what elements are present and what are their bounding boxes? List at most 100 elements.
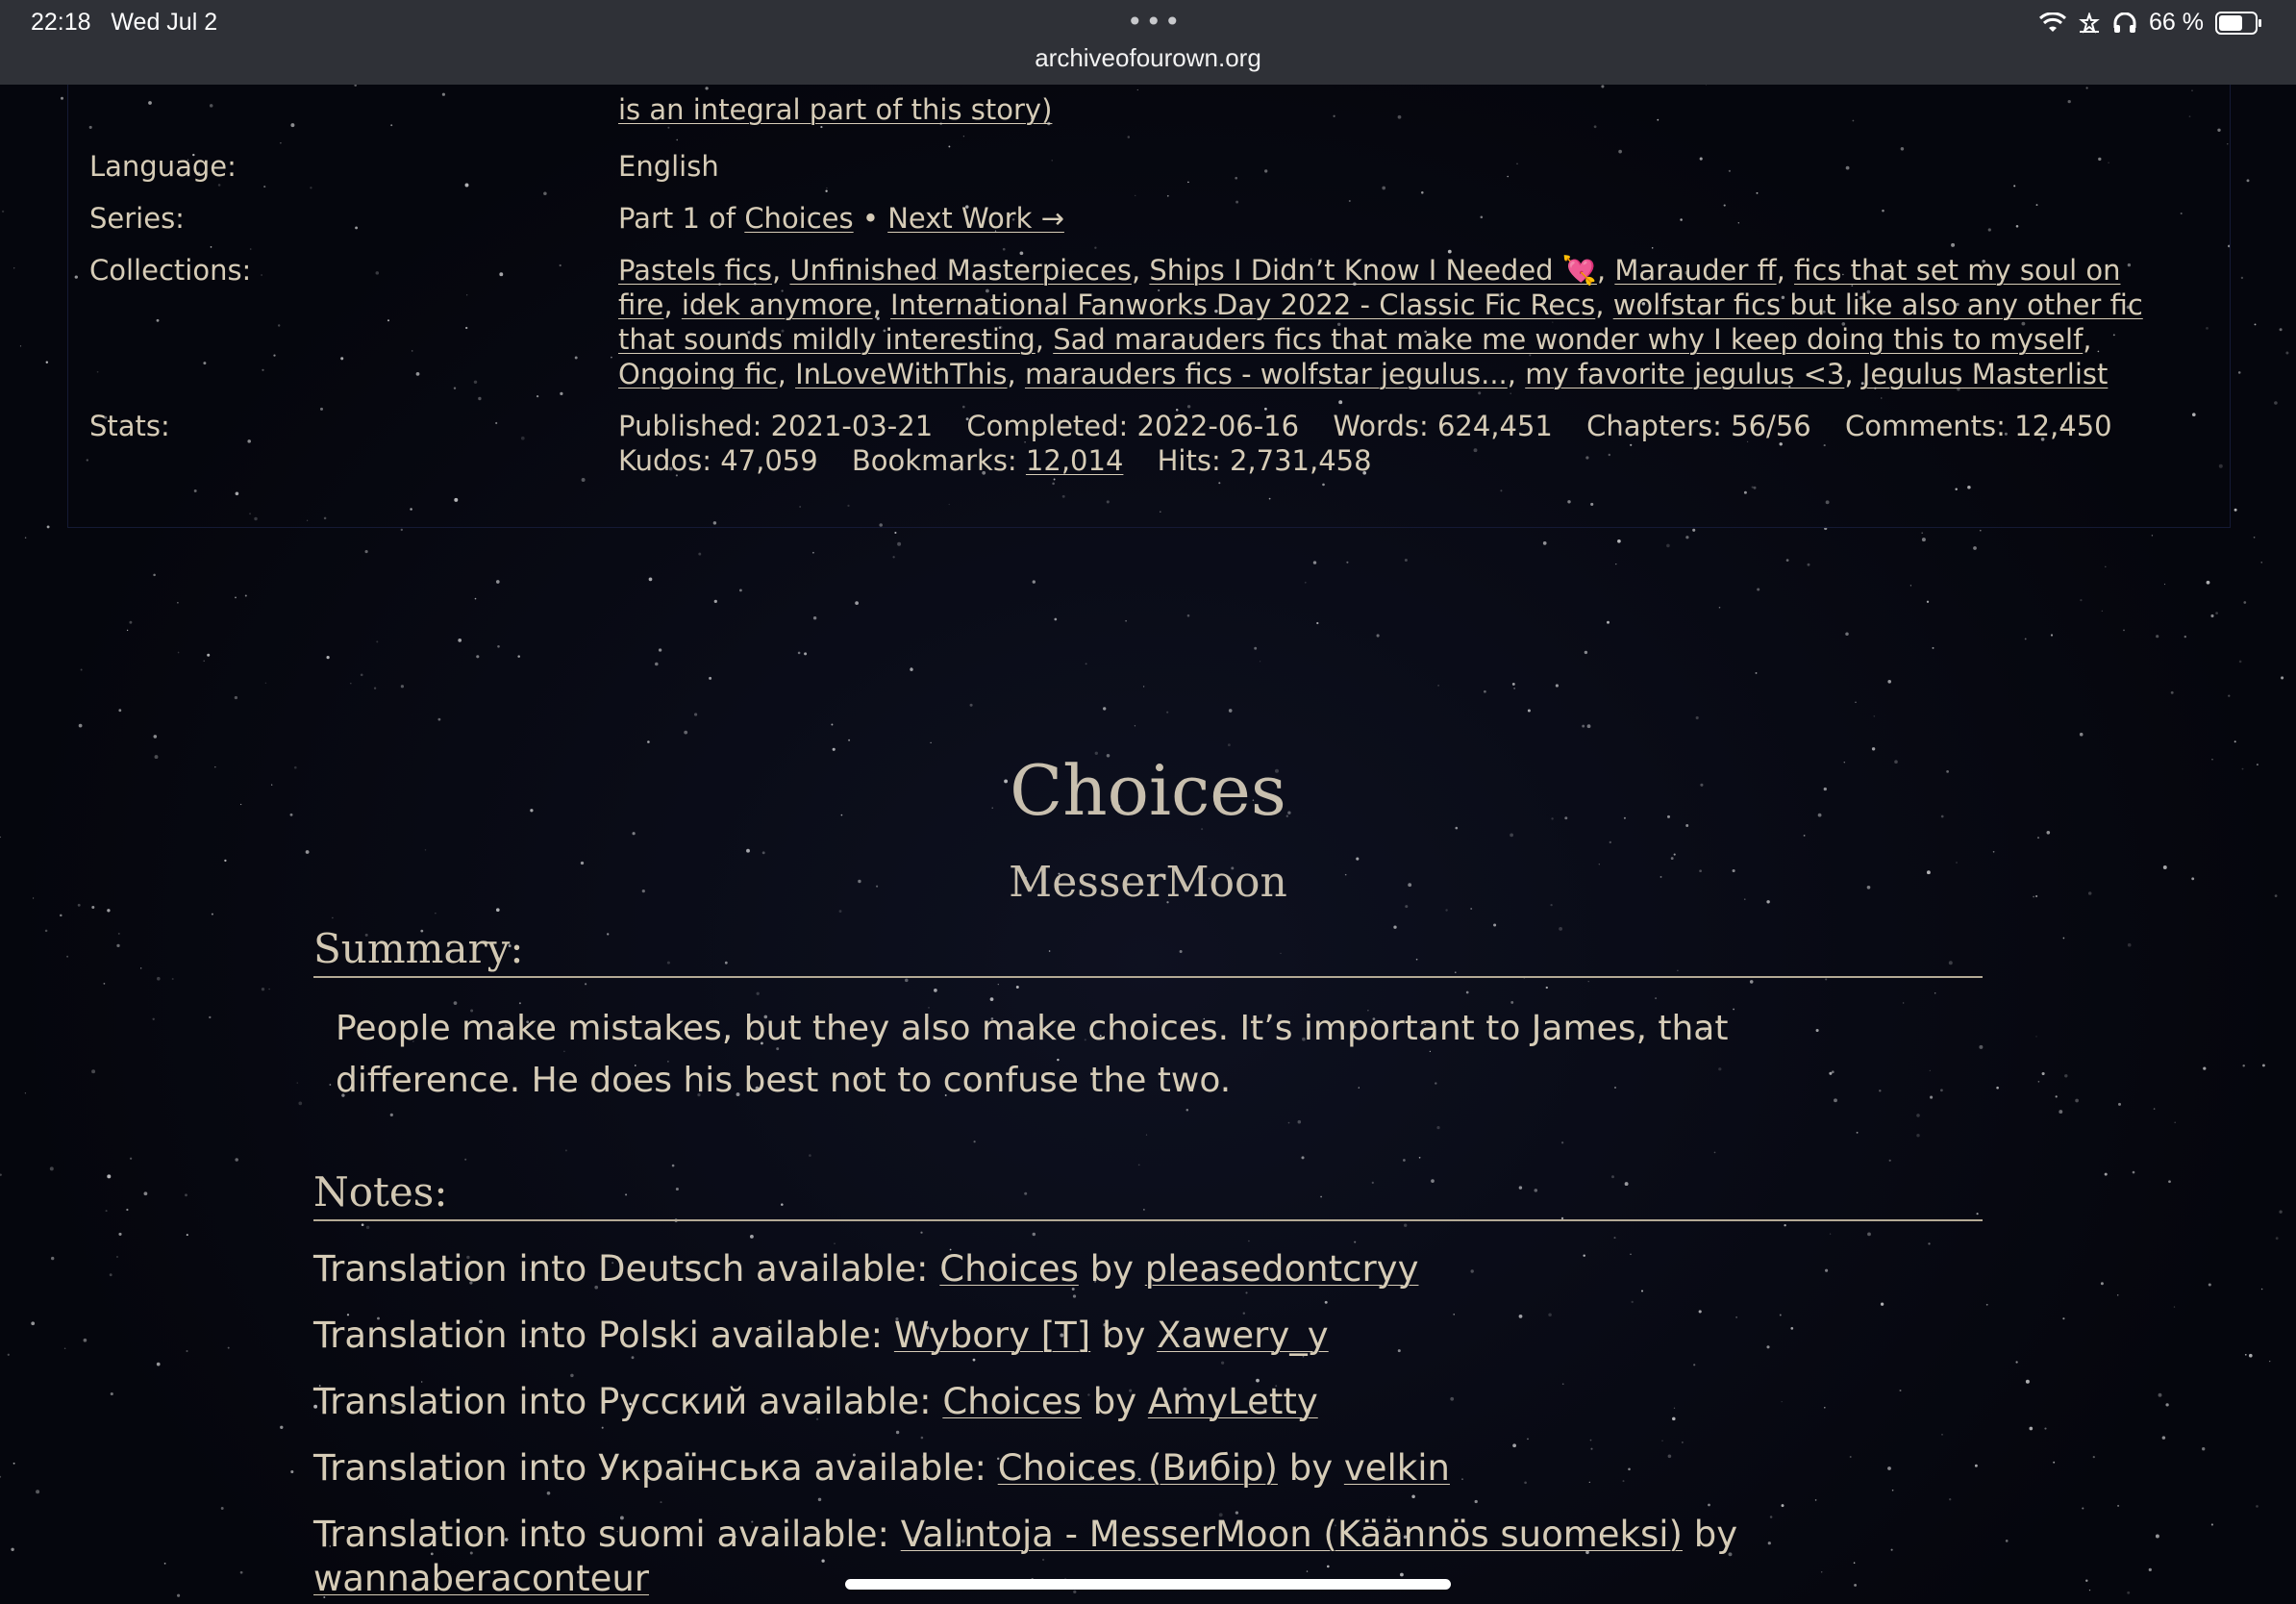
translator-link[interactable]: Xawery_y — [1157, 1315, 1329, 1356]
collection-link[interactable]: Ongoing fic — [618, 358, 778, 390]
status-bar: 22:18 Wed Jul 2 ••• archiveofourown.org … — [0, 0, 2296, 85]
series-separator: • — [861, 202, 879, 235]
headphones-icon — [2113, 12, 2136, 33]
collection-separator: , — [1035, 323, 1054, 356]
translation-by: by — [1089, 1248, 1135, 1290]
home-indicator[interactable] — [845, 1579, 1451, 1590]
collection-separator: , — [1007, 358, 1025, 390]
translation-title-link[interactable]: Choices (Вибір) — [998, 1447, 1278, 1489]
stat-completed: Completed: 2022-06-16 — [966, 410, 1299, 442]
stat-hits-label: Hits: — [1157, 444, 1221, 477]
stat-published-label: Published: — [618, 410, 762, 442]
address-bar-url[interactable]: archiveofourown.org — [0, 43, 2296, 73]
translation-title-link[interactable]: Choices — [939, 1248, 1079, 1290]
collections-label: Collections: — [89, 254, 252, 287]
translation-title-link[interactable]: Wybory [T] — [894, 1315, 1090, 1356]
notes-heading: Notes: — [313, 1168, 1983, 1221]
stat-chapters-value: 56/56 — [1731, 410, 1811, 442]
collection-separator: , — [771, 254, 790, 287]
translation-by: by — [1092, 1381, 1137, 1422]
status-date: Wed Jul 2 — [111, 9, 218, 36]
collection-link[interactable]: Marauder ff — [1614, 254, 1776, 287]
stat-chapters: Chapters: 56/56 — [1586, 410, 1811, 442]
collection-link[interactable]: Sad marauders fics that make me wonder w… — [1053, 323, 2083, 356]
summary-heading: Summary: — [313, 925, 1983, 978]
collection-separator: , — [663, 288, 682, 321]
stat-kudos-value: 47,059 — [720, 444, 818, 477]
collections-list: Pastels fics, Unfinished Masterpieces, S… — [618, 253, 2176, 391]
stat-kudos: Kudos: 47,059 — [618, 444, 818, 477]
collection-separator: , — [1844, 358, 1862, 390]
collection-link[interactable]: Unfinished Masterpieces — [789, 254, 1132, 287]
work-author: MesserMoon — [0, 858, 2296, 907]
series-link[interactable]: Choices — [744, 202, 853, 235]
collection-separator: , — [1776, 254, 1795, 287]
status-time: 22:18 — [31, 9, 91, 36]
battery-percent: 66 % — [2149, 9, 2204, 36]
author-link[interactable]: MesserMoon — [1009, 858, 1287, 907]
translator-link[interactable]: wannaberaconteur — [313, 1558, 649, 1599]
collection-link[interactable]: International Fanworks Day 2022 - Classi… — [890, 288, 1595, 321]
page-content: is an integral part of this story) Langu… — [0, 0, 2296, 1604]
collection-link[interactable]: InLoveWithThis — [795, 358, 1007, 390]
stat-chapters-label: Chapters: — [1586, 410, 1722, 442]
do-not-disturb-icon — [2079, 12, 2100, 34]
status-icons: 66 % — [2039, 9, 2261, 37]
work-title: Choices — [1010, 750, 1286, 831]
collection-link[interactable]: Pastels fics — [618, 254, 772, 287]
collection-separator: , — [1507, 358, 1526, 390]
summary-text: People make mistakes, but they also make… — [336, 1009, 1729, 1100]
stat-words-label: Words: — [1333, 410, 1429, 442]
stat-kudos-label: Kudos: — [618, 444, 711, 477]
language-label: Language: — [89, 150, 237, 183]
translation-prefix: Translation into Українська available: — [313, 1447, 986, 1489]
battery-fill — [2219, 14, 2242, 31]
stat-completed-value: 2022-06-16 — [1136, 410, 1300, 442]
stats-line-1: Published: 2021-03-21 Completed: 2022-06… — [618, 409, 2176, 443]
translator-link[interactable]: AmyLetty — [1148, 1381, 1318, 1422]
translation-prefix: Translation into Русский available: — [313, 1381, 932, 1422]
collection-link[interactable]: idek anymore — [682, 288, 873, 321]
next-work-link[interactable]: Next Work → — [887, 202, 1064, 235]
language-value: English — [618, 150, 719, 183]
translation-note: Translation into Polski available: Wybor… — [313, 1314, 2006, 1358]
series-value: Part 1 of Choices • Next Work → — [618, 201, 2176, 236]
stat-words-value: 624,451 — [1436, 410, 1553, 442]
translation-note: Translation into Deutsch available: Choi… — [313, 1247, 2006, 1291]
warning-link[interactable]: is an integral part of this story) — [618, 93, 1052, 126]
collection-link[interactable]: marauders fics - wolfstar jegulus... — [1025, 358, 1508, 390]
warnings-tail: is an integral part of this story) — [618, 92, 2176, 127]
stat-comments-label: Comments: — [1844, 410, 2006, 442]
battery-icon — [2215, 11, 2261, 35]
translator-link[interactable]: pleasedontcryy — [1145, 1248, 1419, 1290]
collection-link[interactable]: Jegulus Masterlist — [1862, 358, 2109, 390]
collection-separator: , — [1131, 254, 1150, 287]
stat-published: Published: 2021-03-21 — [618, 410, 933, 442]
collection-separator: , — [2083, 323, 2092, 356]
translator-link[interactable]: velkin — [1344, 1447, 1450, 1489]
translation-note: Translation into Українська available: C… — [313, 1446, 2006, 1491]
stat-bookmarks-label: Bookmarks: — [851, 444, 1017, 477]
collection-link[interactable]: my favorite jegulus <3 — [1525, 358, 1844, 390]
stat-hits-value: 2,731,458 — [1229, 444, 1372, 477]
stat-comments-value: 12,450 — [2014, 410, 2112, 442]
translation-prefix: Translation into suomi available: — [313, 1514, 889, 1555]
stat-hits: Hits: 2,731,458 — [1158, 444, 1372, 477]
bookmarks-link[interactable]: 12,014 — [1026, 444, 1123, 477]
collection-separator: , — [777, 358, 796, 390]
translation-by: by — [1288, 1447, 1334, 1489]
collection-separator: , — [872, 288, 891, 321]
more-dots-icon[interactable]: ••• — [1127, 6, 1184, 38]
stat-completed-label: Completed: — [966, 410, 1129, 442]
translation-title-link[interactable]: Valintoja - MesserMoon (Käännös suomeksi… — [901, 1514, 1683, 1555]
translation-note: Translation into Русский available: Choi… — [313, 1380, 2006, 1424]
stat-words: Words: 624,451 — [1333, 410, 1553, 442]
status-time-date: 22:18 Wed Jul 2 — [31, 9, 217, 37]
stats-label: Stats: — [89, 410, 170, 442]
translation-title-link[interactable]: Choices — [942, 1381, 1082, 1422]
series-part: Part 1 of — [618, 202, 736, 235]
stat-comments: Comments: 12,450 — [1845, 410, 2112, 442]
stat-bookmarks: Bookmarks: 12,014 — [852, 444, 1124, 477]
collection-link[interactable]: Ships I Didn’t Know I Needed 💘 — [1149, 254, 1597, 287]
translation-prefix: Translation into Deutsch available: — [313, 1248, 929, 1290]
